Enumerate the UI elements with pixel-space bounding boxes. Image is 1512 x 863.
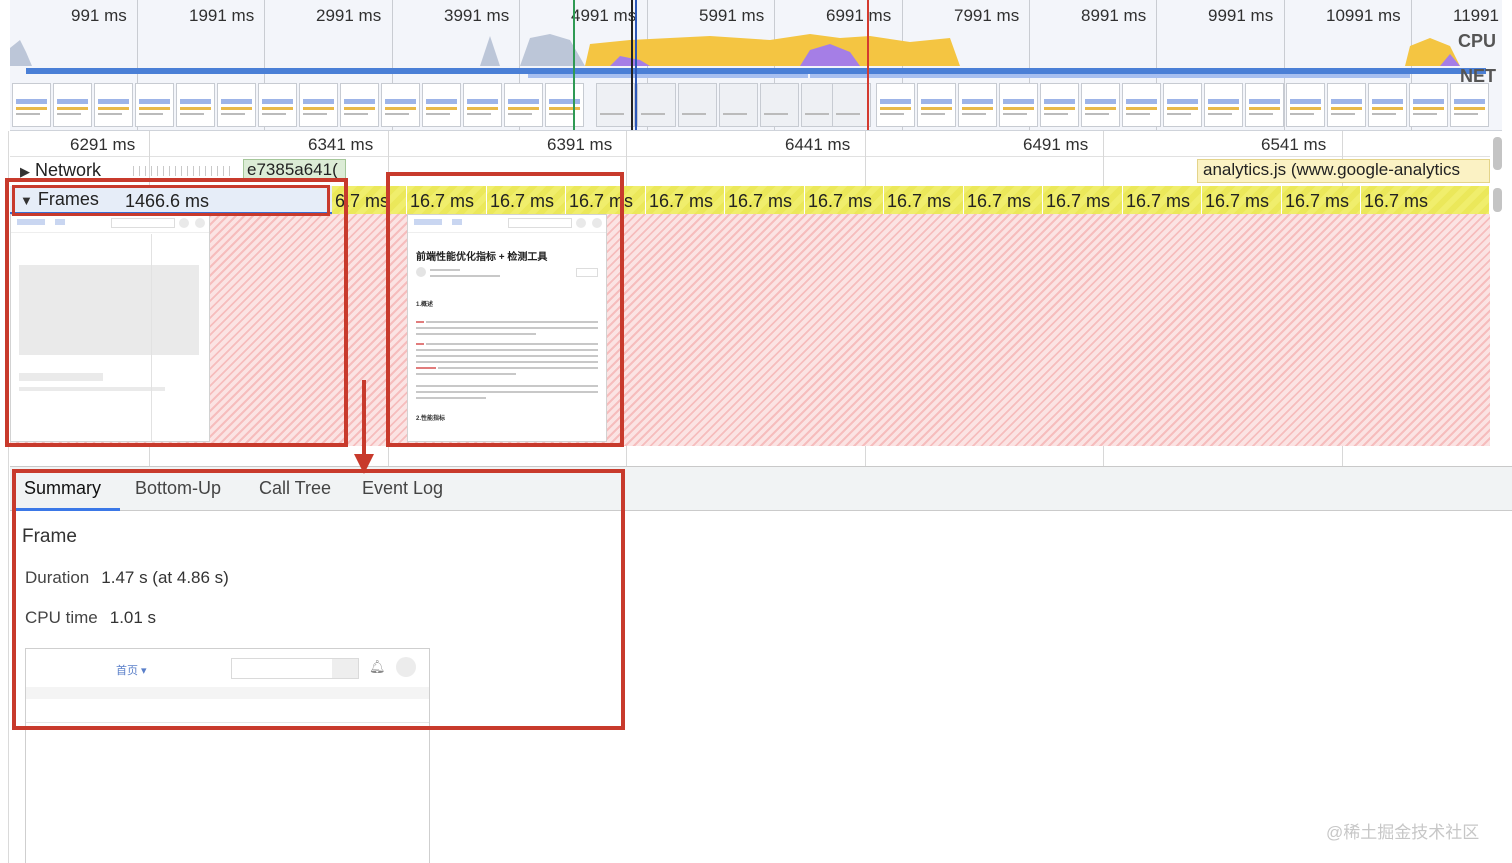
annotation-box-right-frame	[386, 172, 624, 447]
filmstrip-thumbnail	[340, 83, 379, 127]
time-ruler: 6291 ms 6341 ms 6391 ms 6441 ms 6491 ms …	[10, 131, 1490, 157]
filmstrip-thumbnail	[637, 83, 676, 127]
frame-cell[interactable]: 16.7 ms	[964, 186, 1043, 214]
filmstrip-thumbnail	[1327, 83, 1366, 127]
frame-cell[interactable]: 16.7 ms	[725, 186, 805, 214]
filmstrip-thumbnail	[719, 83, 758, 127]
filmstrip-thumbnail	[94, 83, 133, 127]
cpu-lane-label: CPU	[1457, 31, 1496, 51]
network-activity-bar	[810, 74, 1410, 78]
frames-scrollbar[interactable]	[1493, 188, 1502, 212]
filmstrip-thumbnail	[299, 83, 338, 127]
overview-time-label: 9991 ms	[1208, 6, 1274, 25]
cpu-activity-chart	[10, 34, 1460, 66]
ruler-label: 6341 ms	[308, 135, 374, 154]
filmstrip-thumbnail	[678, 83, 717, 127]
selection-end-handle[interactable]	[635, 0, 637, 130]
filmstrip-thumbnail	[1204, 83, 1243, 127]
overview-time-label: 8991 ms	[1081, 6, 1147, 25]
filmstrip-thumbnail	[463, 83, 502, 127]
filmstrip-thumbnail	[53, 83, 92, 127]
filmstrip-thumbnail	[917, 83, 956, 127]
frame-cell[interactable]: 16.7 ms	[1361, 186, 1490, 214]
filmstrip-thumbnail	[1245, 83, 1284, 127]
frame-cell[interactable]: 16.7 ms	[1202, 186, 1282, 214]
filmstrip-thumbnail	[760, 83, 799, 127]
frame-cell[interactable]: 16.7 ms	[1043, 186, 1123, 214]
filmstrip-thumbnail	[258, 83, 297, 127]
watermark: @稀土掘金技术社区	[1326, 823, 1480, 842]
frame-cell[interactable]: 16.7 ms	[805, 186, 884, 214]
overview-time-label: 3991 ms	[444, 6, 510, 25]
ruler-label: 6541 ms	[1261, 135, 1327, 154]
network-track-title: Network	[35, 160, 102, 180]
filmstrip-thumbnail	[999, 83, 1038, 127]
filmstrip-thumbnail	[596, 83, 635, 127]
overview-time-label: 7991 ms	[954, 6, 1020, 25]
ruler-label: 6491 ms	[1023, 135, 1089, 154]
filmstrip-thumbnail	[12, 83, 51, 127]
overview-time-label: 4991 ms	[571, 6, 637, 25]
frame-cell[interactable]: 16.7 ms	[1123, 186, 1202, 214]
filmstrip-thumbnail	[958, 83, 997, 127]
load-marker	[867, 0, 869, 130]
annotation-arrow	[362, 380, 366, 458]
annotation-box-summary	[12, 469, 625, 730]
filmstrip-thumbnail	[1122, 83, 1161, 127]
filmstrip-thumbnail	[135, 83, 174, 127]
filmstrip-thumbnail	[545, 83, 584, 127]
filmstrip-thumbnail	[876, 83, 915, 127]
filmstrip-thumbnail	[1040, 83, 1079, 127]
overview-time-label: 2991 ms	[316, 6, 382, 25]
network-activity-bar	[528, 74, 808, 78]
frame-cell[interactable]: 16.7 ms	[884, 186, 964, 214]
frame-cell[interactable]: 16.7 ms	[646, 186, 725, 214]
filmstrip-thumbnail	[217, 83, 256, 127]
filmstrip-thumbnail	[1286, 83, 1325, 127]
network-request-ticks	[133, 166, 233, 176]
ruler-label: 6441 ms	[785, 135, 851, 154]
annotation-box-left-frame	[5, 178, 348, 447]
ruler-label: 6291 ms	[70, 135, 136, 154]
frame-cell[interactable]: 16.7 ms	[1282, 186, 1361, 214]
timeline-overview[interactable]: 991 ms 1991 ms 2991 ms 3991 ms 4991 ms 5…	[10, 0, 1502, 131]
filmstrip-thumbnail	[504, 83, 543, 127]
filmstrip-thumbnail	[1409, 83, 1448, 127]
overview-time-label: 1991 ms	[189, 6, 255, 25]
selection-start-handle[interactable]	[631, 0, 633, 130]
filmstrip-thumbnail	[1368, 83, 1407, 127]
filmstrip-thumbnail	[832, 83, 871, 127]
network-request[interactable]: analytics.js (www.google-analytics	[1197, 159, 1490, 183]
filmstrip-thumbnail	[1081, 83, 1120, 127]
filmstrip-thumbnail	[1163, 83, 1202, 127]
ruler-label: 6391 ms	[547, 135, 613, 154]
filmstrip-thumbnail	[422, 83, 461, 127]
annotation-box-frames-header	[12, 185, 330, 216]
overview-time-label: 11991	[1453, 6, 1500, 25]
overview-time-label: 991 ms	[71, 6, 127, 25]
filmstrip-thumbnail	[1450, 83, 1489, 127]
filmstrip-thumbnail	[381, 83, 420, 127]
overview-time-label: 5991 ms	[699, 6, 765, 25]
overview-time-label: 6991 ms	[826, 6, 892, 25]
filmstrip-thumbnail	[176, 83, 215, 127]
screenshot-filmstrip	[10, 83, 1502, 128]
dcl-marker	[573, 0, 575, 130]
timeline-scrollbar[interactable]	[1493, 137, 1502, 170]
overview-time-label: 10991 ms	[1326, 6, 1401, 25]
annotation-arrow-head-icon	[354, 454, 374, 474]
